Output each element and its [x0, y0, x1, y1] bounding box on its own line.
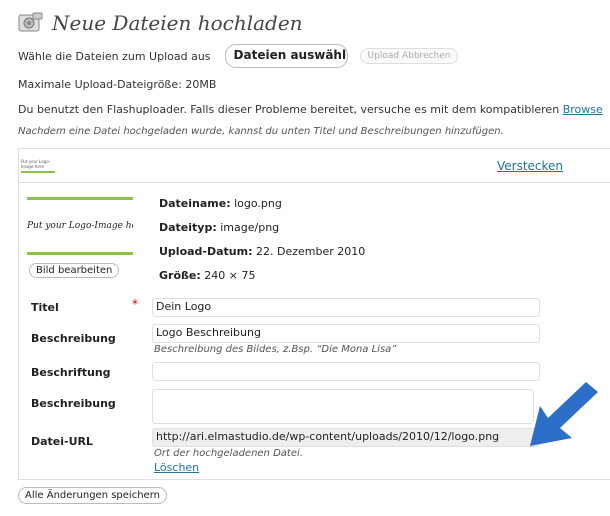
media-upload-icon: [18, 12, 43, 32]
file-name-info: Dateiname: logo.png: [159, 197, 282, 210]
upload-date-info: Upload-Datum: 22. Dezember 2010: [159, 245, 366, 258]
caption-input[interactable]: [152, 362, 540, 381]
thumbnail-small: Put your Logo-Image here: [21, 155, 55, 173]
cancel-upload-button[interactable]: Upload Abbrechen: [359, 48, 459, 64]
description-textarea[interactable]: [152, 389, 534, 424]
alt-text-help: Beschreibung des Bildes, z.Bsp. “Die Mon…: [154, 344, 397, 355]
file-select-row: Wähle die Dateien zum Upload aus Dateien…: [18, 44, 459, 68]
required-marker: *: [132, 297, 138, 311]
choose-files-label: Wähle die Dateien zum Upload aus: [18, 49, 211, 63]
browser-uploader-link[interactable]: Browse: [563, 103, 603, 116]
file-url-label: Datei-URL: [31, 435, 94, 448]
edit-image-button[interactable]: Bild bearbeiten: [29, 263, 120, 278]
flash-uploader-notice: Du benutzt den Flashuploader. Falls dies…: [18, 103, 603, 116]
delete-link[interactable]: Löschen: [154, 461, 199, 474]
media-item-panel: Put your Logo-Image here Verstecken Put …: [18, 148, 610, 480]
choose-files-button[interactable]: Dateien auswähl: [224, 44, 348, 68]
media-item-header: Put your Logo-Image here Verstecken: [19, 149, 610, 183]
file-url-help: Ort der hochgeladenen Datei.: [154, 448, 303, 459]
page-header: Neue Dateien hochladen: [18, 8, 303, 38]
alt-text-input[interactable]: Logo Beschreibung: [152, 324, 540, 343]
file-url-input[interactable]: http://ari.elmastudio.de/wp-content/uplo…: [152, 428, 540, 447]
pointer-arrow-icon: [530, 382, 598, 446]
save-all-changes-button[interactable]: Alle Änderungen speichern: [18, 487, 167, 504]
caption-label: Beschriftung: [31, 366, 111, 379]
title-input[interactable]: Dein Logo: [152, 298, 540, 317]
file-size-info: Größe: 240 × 75: [159, 269, 256, 282]
description-label: Beschreibung: [31, 397, 116, 410]
hide-link[interactable]: Verstecken: [497, 159, 563, 173]
file-type-info: Dateityp: image/png: [159, 221, 280, 234]
alt-text-label: Beschreibung: [31, 332, 116, 345]
upload-hint: Nachdem eine Datei hochgeladen wurde, ka…: [18, 126, 504, 137]
thumbnail-text: Put your Logo-Image here: [27, 221, 133, 231]
title-label: Titel: [31, 301, 59, 314]
flash-notice-text: Du benutzt den Flashuploader. Falls dies…: [18, 103, 560, 116]
image-thumbnail: Put your Logo-Image here: [27, 197, 133, 255]
page-title: Neue Dateien hochladen: [52, 11, 303, 35]
max-upload-size: Maximale Upload-Dateigröße: 20MB: [18, 78, 217, 91]
